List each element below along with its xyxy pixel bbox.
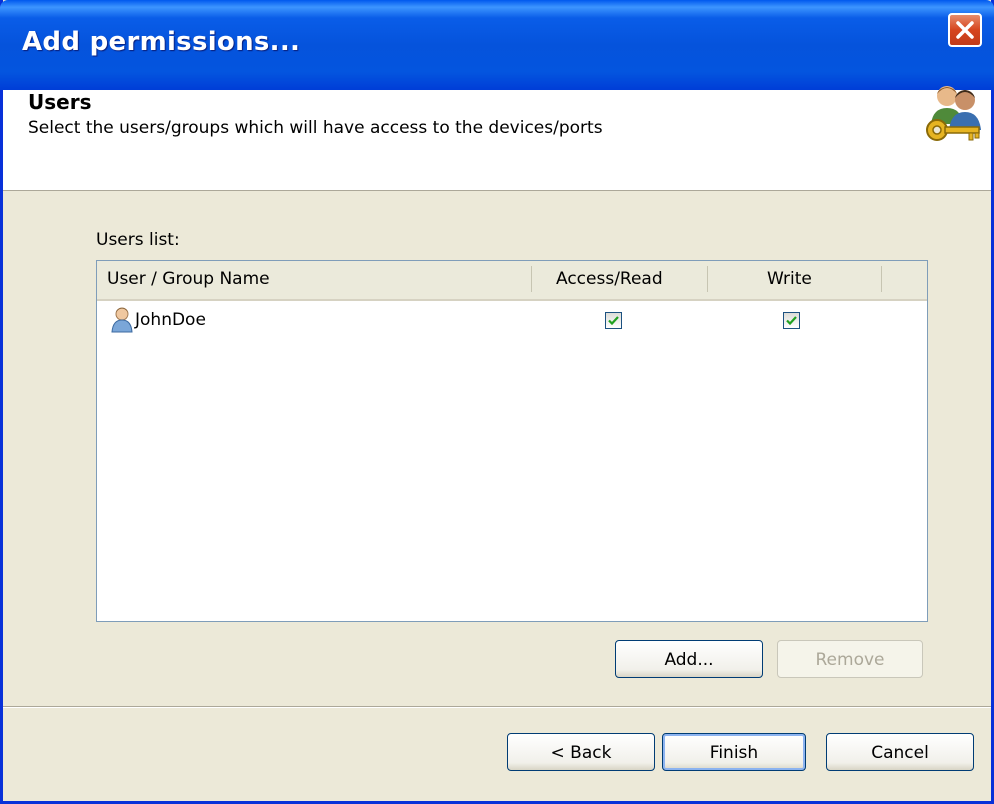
users-list[interactable]: User / Group Name Access/Read Write John… bbox=[96, 260, 928, 622]
back-button[interactable]: < Back bbox=[507, 733, 655, 771]
column-divider[interactable] bbox=[531, 266, 532, 292]
write-checkbox[interactable] bbox=[783, 312, 800, 329]
column-divider[interactable] bbox=[707, 266, 708, 292]
user-icon bbox=[111, 306, 133, 338]
close-icon bbox=[956, 21, 974, 39]
list-item[interactable]: JohnDoe bbox=[97, 304, 927, 338]
finish-button[interactable]: Finish bbox=[662, 733, 806, 771]
footer-divider bbox=[3, 706, 991, 708]
column-write[interactable]: Write bbox=[767, 261, 812, 297]
window-title: Add permissions... bbox=[22, 27, 301, 57]
column-divider[interactable] bbox=[881, 266, 882, 292]
users-key-icon bbox=[925, 80, 985, 150]
check-icon bbox=[786, 316, 797, 326]
close-button[interactable] bbox=[948, 13, 982, 47]
column-user-group-name[interactable]: User / Group Name bbox=[107, 261, 270, 297]
user-name: JohnDoe bbox=[135, 310, 206, 330]
column-access-read[interactable]: Access/Read bbox=[556, 261, 663, 297]
page-title: Users bbox=[28, 90, 92, 114]
page-subtitle: Select the users/groups which will have … bbox=[28, 118, 603, 138]
wizard-header bbox=[3, 90, 991, 191]
cancel-button[interactable]: Cancel bbox=[826, 733, 974, 771]
remove-button[interactable]: Remove bbox=[777, 640, 923, 678]
users-list-label: Users list: bbox=[96, 230, 180, 250]
list-header: User / Group Name Access/Read Write bbox=[97, 261, 927, 301]
dialog-window: Add permissions... Users Select the user… bbox=[0, 0, 994, 804]
check-icon bbox=[608, 316, 619, 326]
add-button[interactable]: Add... bbox=[615, 640, 763, 678]
title-bar[interactable]: Add permissions... bbox=[0, 0, 994, 90]
access-read-checkbox[interactable] bbox=[605, 312, 622, 329]
